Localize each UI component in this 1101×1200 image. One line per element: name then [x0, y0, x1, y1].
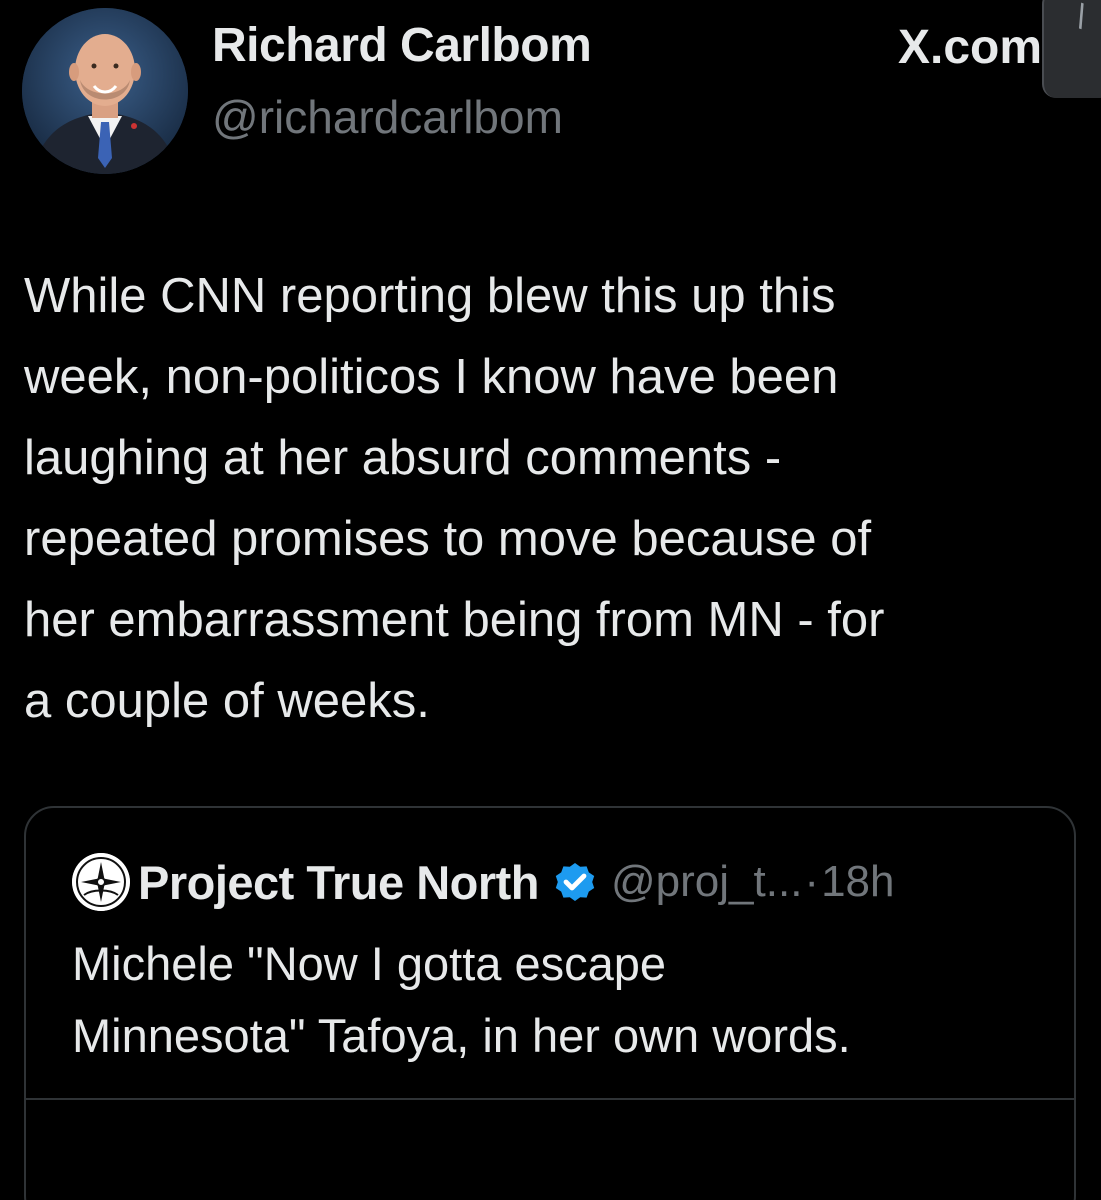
quoted-tweet-text: Michele "Now I gotta escape Minnesota" T… — [72, 928, 1052, 1072]
tweet-text-line: laughing at her absurd comments - — [24, 431, 782, 485]
quoted-media-divider — [26, 1098, 1074, 1100]
tweet-text-line: While CNN reporting blew this up this — [24, 269, 836, 323]
tweet-text: While CNN reporting blew this up this we… — [24, 256, 1084, 742]
author-avatar[interactable] — [22, 8, 188, 174]
quoted-text-line: Minnesota" Tafoya, in her own words. — [72, 1009, 851, 1062]
tweet-text-line: repeated promises to move because of — [24, 512, 872, 566]
chevron-icon: \ — [1069, 0, 1092, 37]
separator-dot: · — [804, 857, 820, 906]
quoted-tweet-header: Project True North @proj_t... · 18h — [72, 852, 895, 912]
tweet-text-line: her embarrassment being from MN - for — [24, 593, 885, 647]
quoted-author-name[interactable]: Project True North — [138, 855, 540, 910]
author-handle[interactable]: @richardcarlbom — [212, 90, 563, 144]
quoted-author-handle[interactable]: @proj_t... — [611, 857, 802, 907]
tweet-text-line: a couple of weeks. — [24, 674, 430, 728]
author-display-name[interactable]: Richard Carlbom — [212, 18, 592, 73]
quoted-tweet-card[interactable]: Project True North @proj_t... · 18h Mich… — [24, 806, 1076, 1200]
compass-logo-icon[interactable] — [72, 853, 130, 911]
corner-tab[interactable]: \ — [1042, 0, 1101, 98]
tweet-text-line: week, non-politicos I know have been — [24, 350, 839, 404]
quoted-timestamp[interactable]: 18h — [821, 857, 894, 907]
quoted-text-line: Michele "Now I gotta escape — [72, 937, 667, 990]
x-brand-label: X.com — [898, 21, 1043, 74]
verified-badge-icon — [551, 858, 599, 906]
